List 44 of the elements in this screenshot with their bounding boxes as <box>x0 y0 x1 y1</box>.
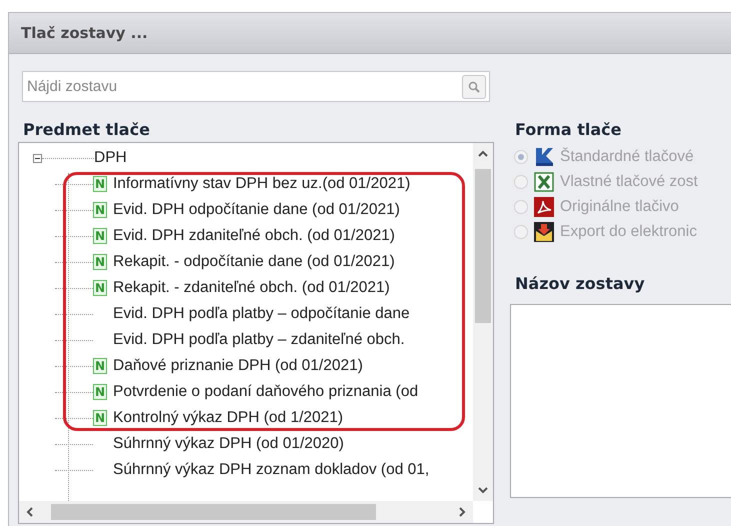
tree-item[interactable]: DPH <box>94 149 127 167</box>
window-title: Tlač zostavy ... <box>21 24 148 42</box>
scroll-down-icon[interactable] <box>477 485 489 495</box>
tree-item[interactable]: Rekapit. - zdaniteľné obch. (od 01/2021) <box>113 279 390 297</box>
tree-item[interactable]: Potvrdenie o podaní daňového priznania (od <box>113 383 418 401</box>
tree-item[interactable]: Súhrnný výkaz DPH zoznam dokladov (od 01, <box>113 461 430 479</box>
tree-item[interactable]: Rekapit. - odpočítanie dane (od 01/2021) <box>113 253 395 271</box>
collapse-toggle[interactable] <box>33 154 42 162</box>
tree-item[interactable]: Súhrnný výkaz DPH (od 01/2020) <box>113 435 344 453</box>
tree-item[interactable]: Evid. DPH odpočítanie dane (od 01/2021) <box>113 201 400 219</box>
scrollbar-thumb[interactable] <box>475 169 491 323</box>
new-badge: N <box>93 358 107 374</box>
pdf-icon <box>534 196 554 216</box>
scroll-up-icon[interactable] <box>477 149 489 159</box>
scroll-left-icon[interactable] <box>25 506 35 518</box>
option-label: Export do elektronic <box>560 222 697 240</box>
new-badge: N <box>93 254 107 270</box>
tree-item[interactable]: Evid. DPH podľa platby – odpočítanie dane <box>113 305 410 323</box>
option-label: Vlastné tlačové zost <box>560 172 698 190</box>
tree-item[interactable]: Evid. DPH zdaniteľné obch. (od 01/2021) <box>113 227 395 245</box>
scroll-right-icon[interactable] <box>457 506 467 518</box>
export-icon <box>534 222 554 242</box>
new-badge: N <box>93 384 107 400</box>
new-badge: N <box>93 202 107 218</box>
tree-item[interactable]: Evid. DPH podľa platby – zdaniteľné obch. <box>113 331 405 349</box>
logo-icon <box>534 146 554 166</box>
section-heading: Názov zostavy <box>515 274 646 292</box>
new-badge: N <box>93 280 107 296</box>
tree-item[interactable]: Daňové priznanie DPH (od 01/2021) <box>113 357 363 375</box>
spreadsheet-icon <box>534 172 554 192</box>
new-badge: N <box>93 228 107 244</box>
section-heading: Forma tlače <box>515 120 622 138</box>
search-button[interactable] <box>462 75 486 99</box>
new-badge: N <box>93 176 107 192</box>
section-heading: Predmet tlače <box>23 120 151 138</box>
report-name-field[interactable] <box>510 304 731 498</box>
option-label: Štandardné tlačové <box>560 148 694 166</box>
search-icon <box>468 81 480 93</box>
tree-item[interactable]: Kontrolný výkaz DPH (od 1/2021) <box>113 409 344 427</box>
option-label: Originálne tlačivo <box>560 198 679 216</box>
scrollbar-thumb[interactable] <box>51 504 376 520</box>
search-field[interactable]: Nájdi zostavu <box>22 71 490 102</box>
new-badge: N <box>93 410 107 426</box>
tree-item[interactable]: Informatívny stav DPH bez uz.(od 01/2021) <box>113 175 410 193</box>
